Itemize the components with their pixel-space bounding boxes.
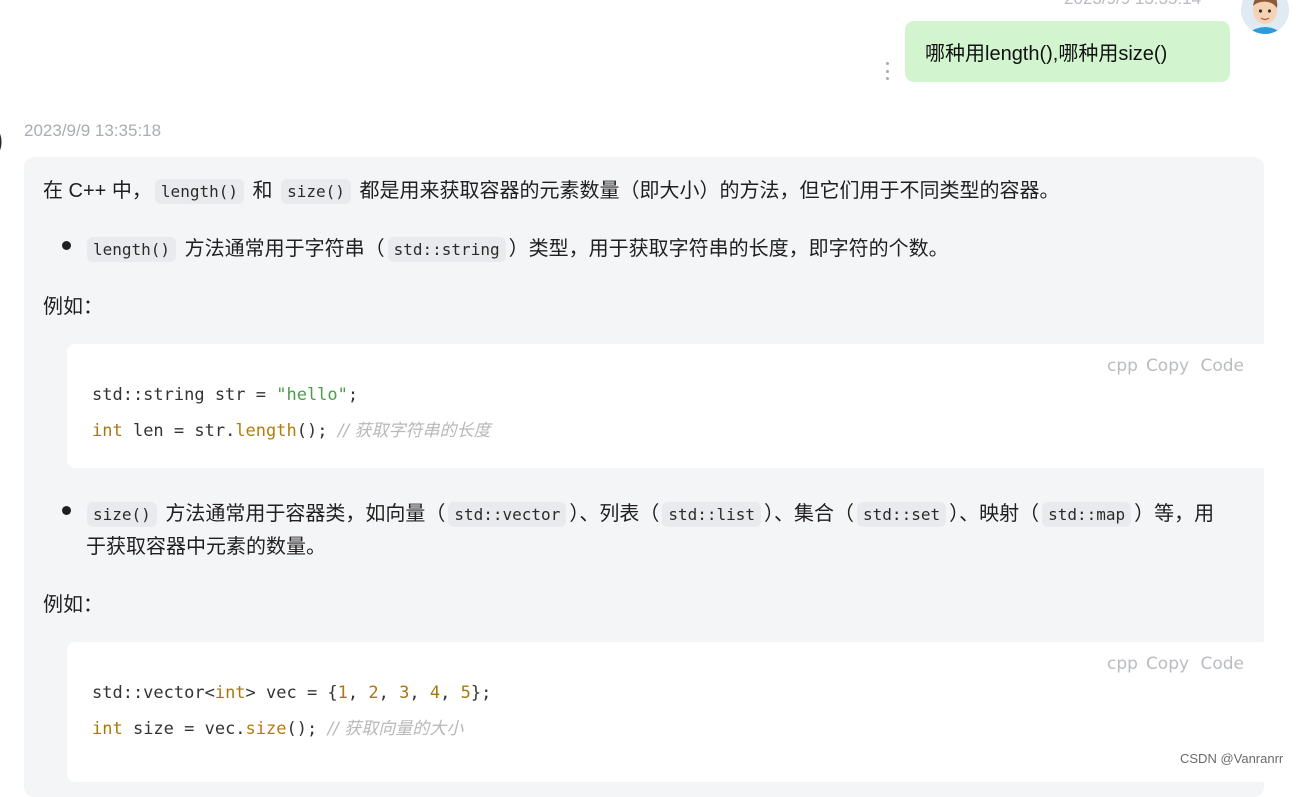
more-options-icon[interactable]: [884, 62, 890, 80]
bullet-item-1: length() 方法通常用于字符串（ std::string ）类型，用于获取字符…: [84, 232, 949, 262]
code-block-2-toolbar: cpp Copy Code: [1099, 654, 1244, 674]
user-message-text: 哪种用length(),哪种用size(): [925, 43, 1168, 65]
user-timestamp: 2023/9/9 13:35:14: [1064, 0, 1201, 9]
bullet-item-2: size() 方法通常用于容器类，如向量（ std::vector ）、列表（ std…: [84, 497, 1214, 527]
inline-code-std-string: std::string: [387, 237, 506, 262]
code-line: std::vector<int> vec = {1, 2, 3, 4, 5};: [92, 683, 492, 703]
example-label-2: 例如：: [43, 594, 103, 616]
bullet-dot-1: [62, 241, 71, 250]
user-avatar[interactable]: [1241, 0, 1289, 34]
code-line: int len = str.length(); // 获取字符串的长度: [92, 421, 491, 441]
watermark: CSDN @Vanranrr: [1180, 751, 1284, 766]
user-avatar-icon: [1241, 0, 1289, 34]
code-language-label: cpp: [1107, 654, 1138, 674]
inline-code-size: size(): [281, 179, 351, 204]
inline-code-length: length(): [87, 237, 177, 262]
code-block-1: cpp Copy Code std::string str = "hello"; …: [67, 344, 1269, 468]
assistant-message-bubble: 在 C++ 中， length() 和 size() 都是用来获取容器的元素数量（…: [24, 157, 1269, 797]
code-block-2: cpp Copy Code std::vector<int> vec = {1, …: [67, 642, 1269, 782]
code-line: std::string str = "hello";: [92, 385, 359, 405]
code-line: int size = vec.size(); // 获取向量的大小: [92, 719, 464, 739]
inline-code-std-map: std::map: [1042, 502, 1132, 527]
inline-code-std-set: std::set: [857, 502, 947, 527]
code-block-1-toolbar: cpp Copy Code: [1099, 356, 1244, 376]
bullet1-text-a: 方法通常用于字符串（: [184, 238, 385, 260]
copy-code-button[interactable]: Copy Code: [1146, 356, 1244, 376]
bullet1-text-c: ）类型，用于获取字符串的长度，即字符的个数。: [508, 238, 949, 260]
user-message-bubble: 哪种用length(),哪种用size(): [905, 21, 1230, 82]
intro-text-2: 和: [252, 180, 273, 202]
intro-text-1: 在 C++ 中，: [43, 180, 152, 202]
intro-paragraph: 在 C++ 中， length() 和 size() 都是用来获取容器的元素数量（…: [43, 174, 1060, 204]
assistant-timestamp: 2023/9/9 13:35:18: [24, 121, 162, 140]
bullet-item-2-continued: 于获取容器中元素的数量。: [86, 536, 326, 558]
inline-code-length: length(): [154, 179, 244, 204]
inline-code-std-vector: std::vector: [448, 502, 567, 527]
copy-code-button[interactable]: Copy Code: [1146, 654, 1244, 674]
example-label-1: 例如：: [43, 296, 103, 318]
intro-text-3: 都是用来获取容器的元素数量（即大小）的方法，但它们用于不同类型的容器。: [359, 180, 1060, 202]
inline-code-size: size(): [87, 502, 157, 527]
code-language-label: cpp: [1107, 356, 1138, 376]
inline-code-std-list: std::list: [662, 502, 762, 527]
bullet-dot-2: [62, 506, 71, 515]
assistant-avatar-icon: [0, 134, 2, 150]
